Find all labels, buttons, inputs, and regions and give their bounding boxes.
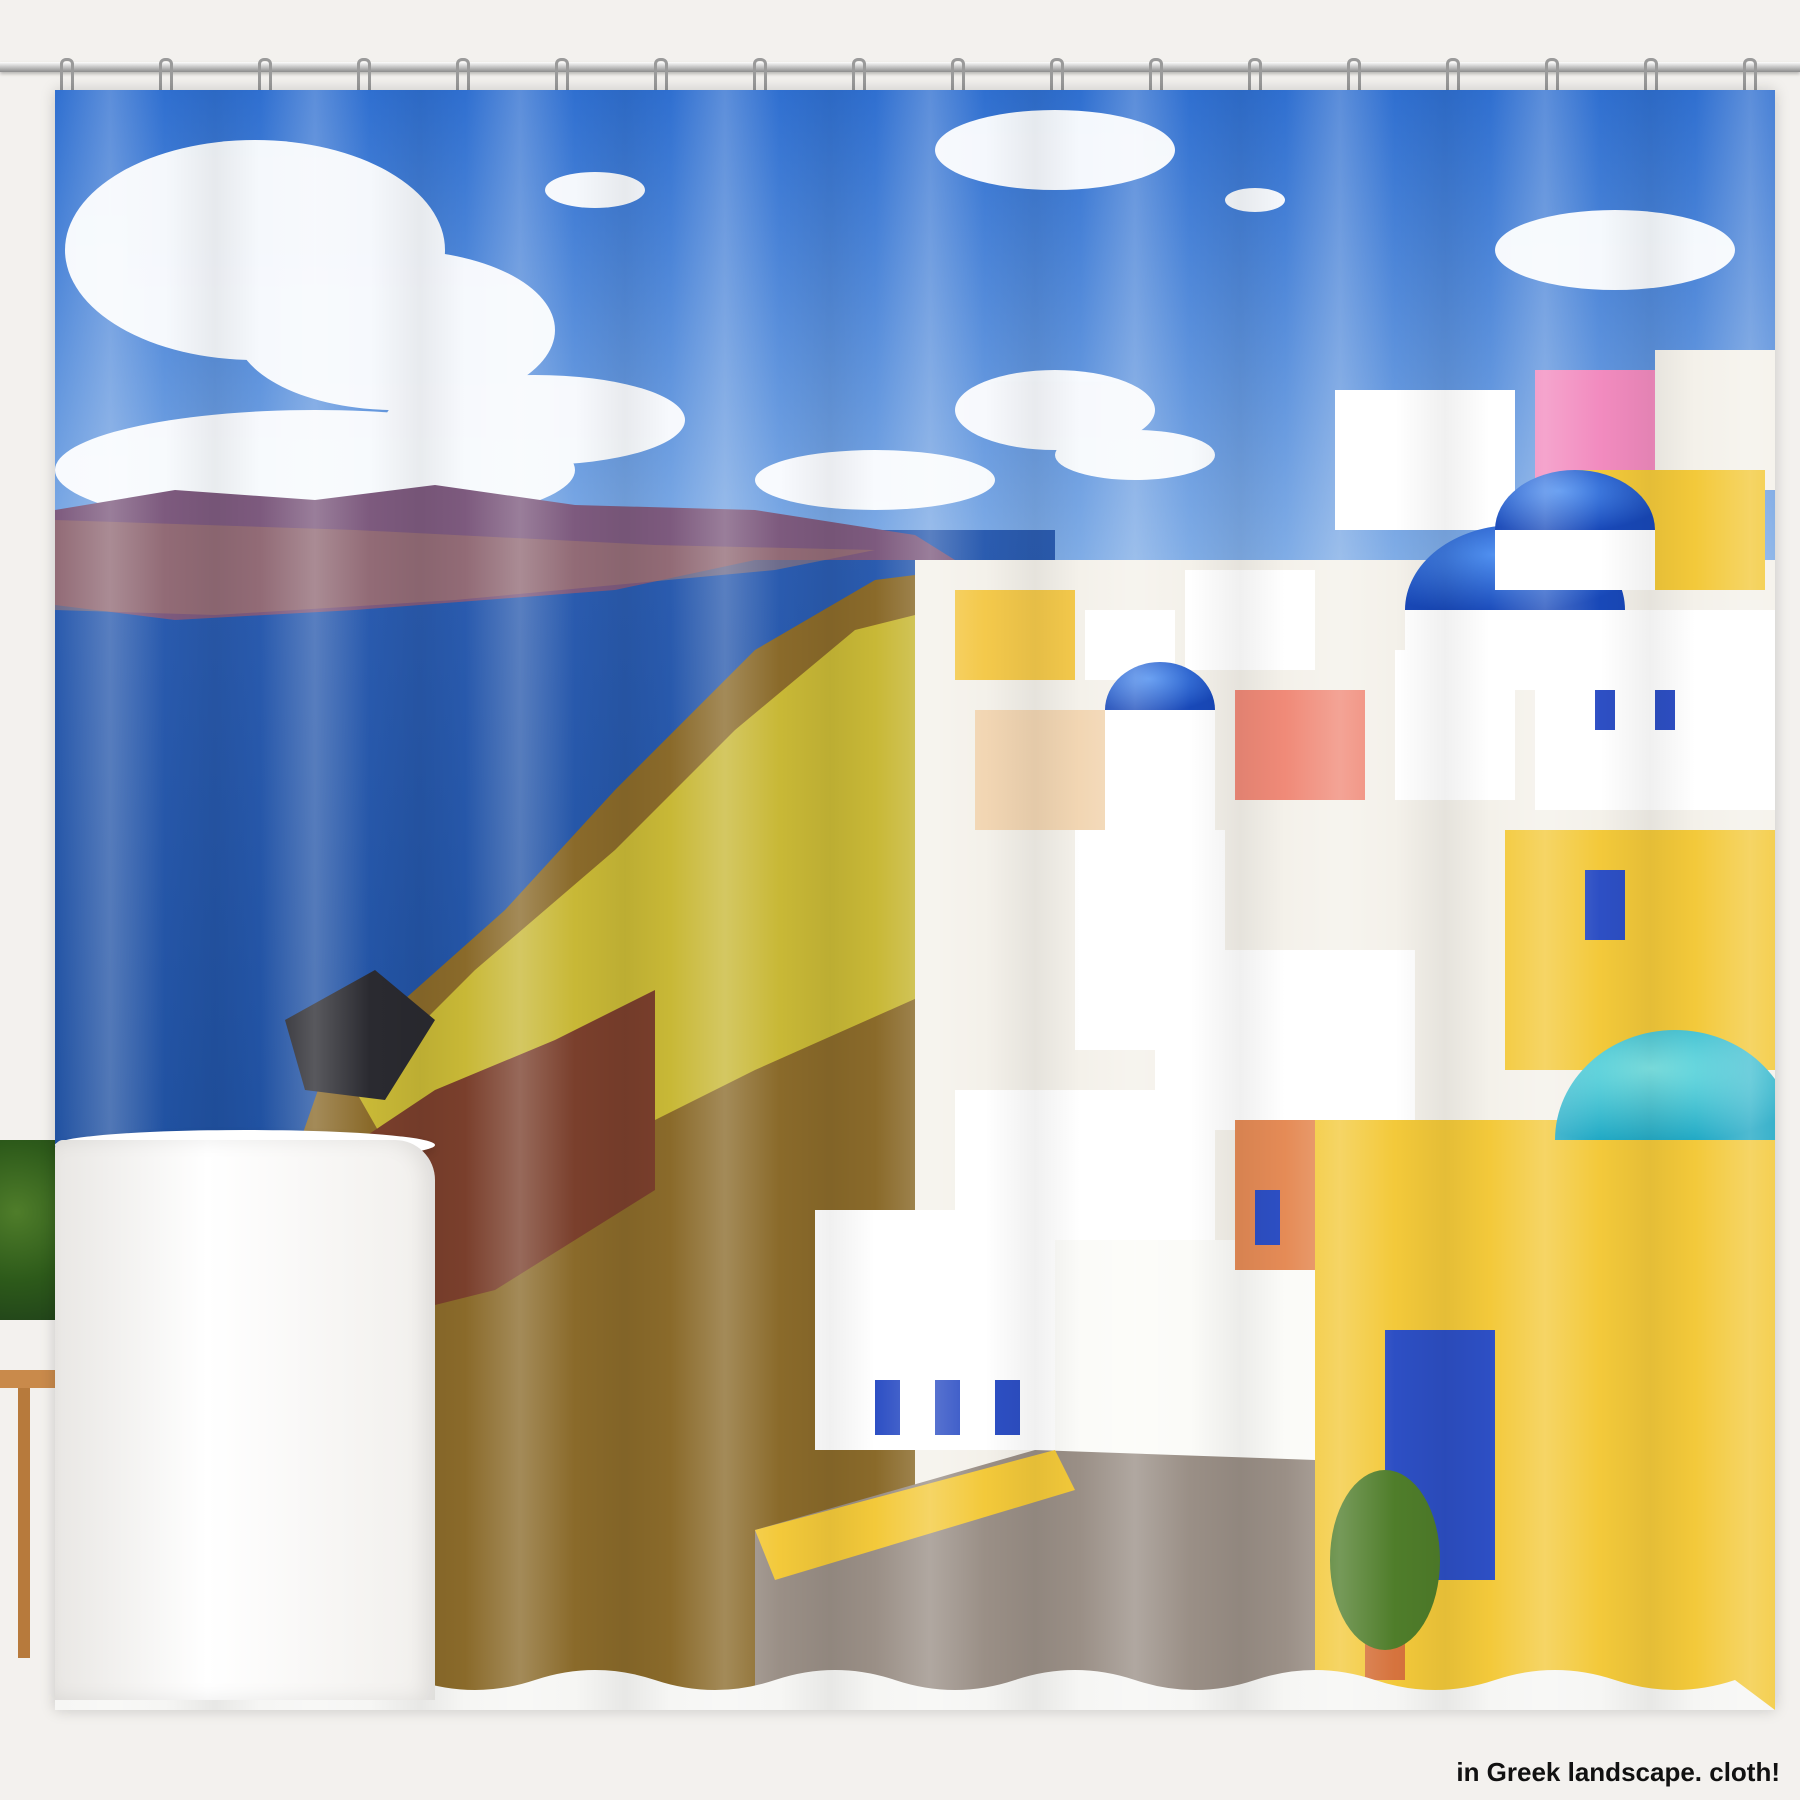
- caption-text: in Greek landscape. cloth!: [1456, 1757, 1780, 1787]
- stool-leg: [18, 1388, 30, 1658]
- bathtub: [55, 1140, 435, 1700]
- window-plant: [0, 1140, 55, 1320]
- bathroom-scene: [0, 0, 1800, 1800]
- wooden-stool: [0, 1370, 55, 1668]
